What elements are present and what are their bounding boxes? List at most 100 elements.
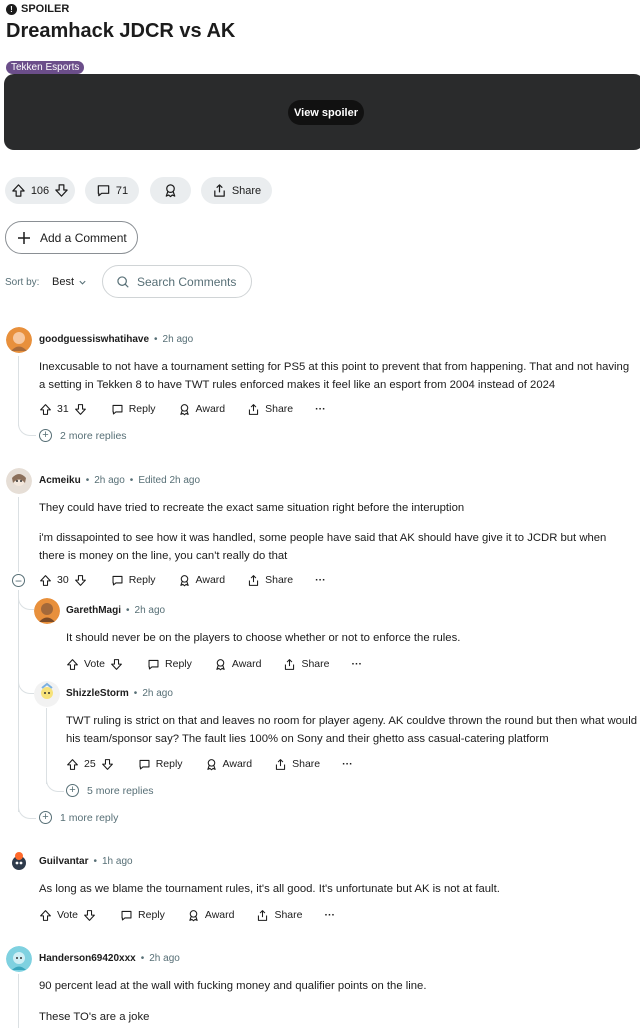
upvote-icon[interactable]: [11, 183, 26, 198]
comment-icon: [121, 910, 132, 920]
thread-line: [18, 590, 19, 812]
more-options-icon[interactable]: ···: [352, 658, 363, 670]
downvote-icon[interactable]: [101, 758, 114, 771]
more-replies-button[interactable]: + 5 more replies: [66, 784, 154, 797]
award-button[interactable]: Award: [178, 403, 225, 416]
more-options-icon[interactable]: ···: [342, 758, 353, 770]
thread-line: [18, 974, 19, 1028]
search-comments-input[interactable]: Search Comments: [102, 265, 252, 298]
thread-curve: [18, 806, 36, 819]
share-button[interactable]: Share: [247, 574, 293, 587]
comment-header: ShizzleStorm • 2h ago: [66, 688, 173, 699]
comment-actions: 30 Reply Award Share ···: [39, 570, 326, 590]
comment-header: Handerson69420xxx • 2h ago: [39, 953, 180, 964]
upvote-icon[interactable]: [66, 658, 79, 671]
avatar[interactable]: [6, 946, 32, 972]
comment-body: As long as we blame the tournament rules…: [39, 883, 500, 895]
comment-header: Guilvantar • 1h ago: [39, 856, 133, 867]
award-button[interactable]: Award: [187, 909, 234, 922]
sort-dropdown[interactable]: Best: [52, 276, 87, 288]
spoiler-tag: ! SPOILER: [6, 3, 69, 15]
share-button[interactable]: Share: [283, 658, 330, 671]
share-icon: [276, 758, 286, 770]
comment-time: 2h ago: [162, 334, 194, 345]
comment-time: 1h ago: [101, 856, 133, 867]
comment-author[interactable]: goodguessiswhatihave: [39, 334, 149, 345]
award-button[interactable]: Award: [205, 758, 253, 771]
reply-label: Reply: [165, 658, 192, 670]
avatar[interactable]: [6, 468, 32, 494]
downvote-icon[interactable]: [83, 909, 96, 922]
add-comment-button[interactable]: Add a Comment: [5, 221, 138, 254]
view-spoiler-button[interactable]: View spoiler: [288, 100, 364, 125]
post-flair[interactable]: Tekken Esports: [6, 61, 85, 74]
upvote-icon[interactable]: [39, 574, 52, 587]
comment-author[interactable]: Guilvantar: [39, 856, 88, 867]
reply-button[interactable]: Reply: [120, 909, 165, 922]
thread-line: [18, 497, 19, 572]
comment-author[interactable]: GarethMagi: [66, 605, 121, 616]
award-label: Award: [222, 758, 253, 770]
comment-time: 2h ago: [94, 475, 125, 486]
reply-button[interactable]: Reply: [138, 758, 183, 771]
award-button[interactable]: Award: [214, 658, 261, 671]
award-icon: [179, 574, 189, 586]
comment-time: 2h ago: [142, 688, 173, 699]
reply-button[interactable]: Reply: [111, 403, 156, 416]
share-icon: [285, 658, 295, 670]
alert-icon: !: [6, 3, 17, 15]
comments-button[interactable]: 71: [85, 177, 139, 204]
avatar[interactable]: [6, 327, 32, 353]
share-button[interactable]: Share: [274, 758, 320, 771]
comment-header: goodguessiswhatihave • 2h ago: [39, 334, 194, 345]
vote-count: 30: [57, 574, 69, 586]
more-replies-button[interactable]: + 1 more reply: [39, 811, 118, 824]
upvote-icon[interactable]: [39, 403, 52, 416]
award-label: Award: [195, 574, 226, 586]
more-replies-label: 2 more replies: [60, 429, 127, 442]
comment-body: These TO's are a joke: [39, 1011, 150, 1023]
reply-label: Reply: [155, 758, 183, 770]
post-title: Dreamhack JDCR vs AK: [6, 20, 236, 42]
share-label: Share: [265, 574, 294, 586]
more-replies-button[interactable]: + 2 more replies: [39, 429, 127, 442]
share-icon: [258, 909, 268, 921]
collapse-thread-icon[interactable]: −: [12, 574, 25, 587]
award-button[interactable]: [150, 177, 191, 204]
thread-curve: [46, 780, 64, 792]
comment-author[interactable]: Acmeiku: [39, 475, 81, 486]
reply-button[interactable]: Reply: [111, 574, 156, 587]
reply-button[interactable]: Reply: [147, 658, 192, 671]
avatar[interactable]: [34, 681, 60, 707]
sort-label: Sort by:: [5, 277, 40, 288]
search-icon: [117, 275, 129, 288]
avatar[interactable]: [6, 849, 32, 875]
downvote-icon[interactable]: [54, 183, 69, 198]
comment-actions: Vote Reply Award Share ···: [39, 905, 335, 925]
more-options-icon[interactable]: ···: [315, 403, 326, 415]
comment-author[interactable]: ShizzleStorm: [66, 688, 129, 699]
add-comment-label: Add a Comment: [40, 230, 127, 245]
downvote-icon[interactable]: [74, 403, 87, 416]
thread-line: [46, 708, 47, 784]
avatar[interactable]: [34, 598, 60, 624]
award-icon: [179, 403, 189, 415]
more-options-icon[interactable]: ···: [315, 574, 326, 586]
comment-author[interactable]: Handerson69420xxx: [39, 953, 136, 964]
upvote-icon[interactable]: [66, 758, 79, 771]
downvote-icon[interactable]: [110, 658, 123, 671]
award-icon: [216, 658, 225, 670]
award-icon: [189, 909, 198, 921]
share-button[interactable]: Share: [256, 909, 303, 922]
share-icon: [249, 403, 259, 415]
more-options-icon[interactable]: ···: [325, 909, 336, 921]
downvote-icon[interactable]: [74, 574, 87, 587]
share-button[interactable]: Share: [201, 177, 272, 204]
comment-icon: [139, 759, 150, 769]
thread-curve: [18, 596, 34, 610]
share-button[interactable]: Share: [247, 403, 293, 416]
share-label: Share: [274, 909, 303, 921]
award-button[interactable]: Award: [178, 574, 226, 587]
share-label: Share: [301, 658, 330, 670]
upvote-icon[interactable]: [39, 909, 52, 922]
